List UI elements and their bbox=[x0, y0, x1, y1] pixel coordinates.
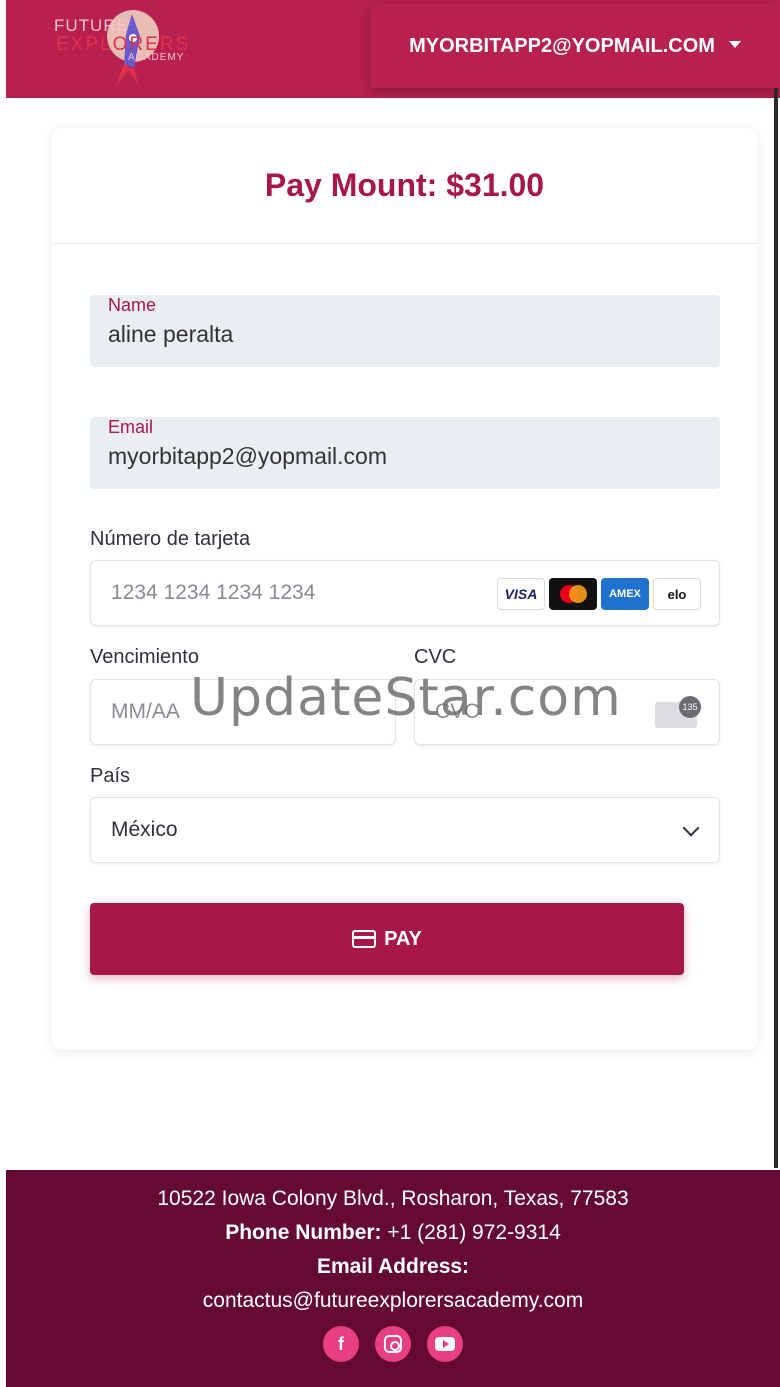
cvc-card-icon: 135 bbox=[655, 696, 701, 728]
user-account-dropdown[interactable]: MYORBITAPP2@YOPMAIL.COM bbox=[370, 4, 780, 88]
payment-card: Pay Mount: $31.00 Name aline peralta Ema… bbox=[52, 128, 757, 1050]
cvc-badge: 135 bbox=[679, 696, 701, 718]
caret-down-icon bbox=[728, 40, 741, 48]
instagram-icon[interactable] bbox=[375, 1326, 411, 1362]
logo-text-future: FUTURE bbox=[54, 16, 129, 35]
facebook-icon[interactable]: f bbox=[323, 1326, 359, 1362]
card-number-input[interactable]: 1234 1234 1234 1234 VISA AMEX elo bbox=[90, 560, 720, 626]
window-edge bbox=[774, 88, 778, 1168]
footer-phone: Phone Number: +1 (281) 972-9314 bbox=[6, 1216, 780, 1250]
card-number-label: Número de tarjeta bbox=[90, 528, 251, 550]
email-field-value: myorbitapp2@yopmail.com bbox=[108, 443, 388, 469]
visa-icon: VISA bbox=[497, 578, 545, 610]
email-field[interactable]: Email myorbitapp2@yopmail.com bbox=[90, 417, 720, 489]
expiry-label: Vencimiento bbox=[90, 646, 199, 668]
footer-email-label: Email Address: bbox=[316, 1255, 470, 1278]
country-select-value: México bbox=[111, 818, 178, 841]
footer-email-link[interactable]: contactus@futureexplorersacademy.com bbox=[6, 1284, 780, 1318]
pay-amount-title: Pay Mount: $31.00 bbox=[264, 167, 545, 203]
pay-button[interactable]: PAY bbox=[90, 903, 684, 975]
watermark-text: UpdateStar.com bbox=[190, 668, 622, 728]
pay-button-label: PAY bbox=[384, 927, 422, 950]
email-field-label: Email bbox=[108, 417, 154, 437]
payment-card-header: Pay Mount: $31.00 bbox=[52, 128, 757, 244]
credit-card-icon bbox=[352, 930, 377, 948]
card-number-placeholder: 1234 1234 1234 1234 bbox=[111, 581, 316, 604]
footer-phone-label: Phone Number: bbox=[225, 1221, 382, 1244]
elo-icon: elo bbox=[653, 578, 701, 610]
chevron-down-icon bbox=[682, 819, 700, 837]
expiry-placeholder: MM/AA bbox=[111, 700, 180, 723]
name-field-value: aline peralta bbox=[108, 321, 234, 347]
footer-phone-value: +1 (281) 972-9314 bbox=[387, 1221, 561, 1244]
site-footer: 10522 Iowa Colony Blvd., Rosharon, Texas… bbox=[6, 1170, 780, 1387]
amex-icon: AMEX bbox=[601, 578, 649, 610]
logo-text-academy: ACADEMY bbox=[128, 52, 185, 63]
name-field-label: Name bbox=[108, 295, 157, 315]
country-select[interactable]: México bbox=[90, 797, 720, 863]
user-email-label: MYORBITAPP2@YOPMAIL.COM bbox=[409, 34, 715, 57]
card-brands: VISA AMEX elo bbox=[497, 578, 701, 610]
country-label: País bbox=[90, 765, 131, 787]
name-field[interactable]: Name aline peralta bbox=[90, 295, 720, 367]
mastercard-icon bbox=[549, 578, 597, 610]
youtube-icon[interactable] bbox=[427, 1326, 463, 1362]
academy-logo[interactable]: FUTURE EXPLORERS ACADEMY bbox=[48, 6, 198, 94]
top-header: FUTURE EXPLORERS ACADEMY MYORBITAPP2@YOP… bbox=[6, 0, 780, 98]
cvc-label: CVC bbox=[414, 646, 457, 668]
footer-address: 10522 Iowa Colony Blvd., Rosharon, Texas… bbox=[157, 1187, 629, 1210]
social-links: f bbox=[6, 1326, 780, 1362]
